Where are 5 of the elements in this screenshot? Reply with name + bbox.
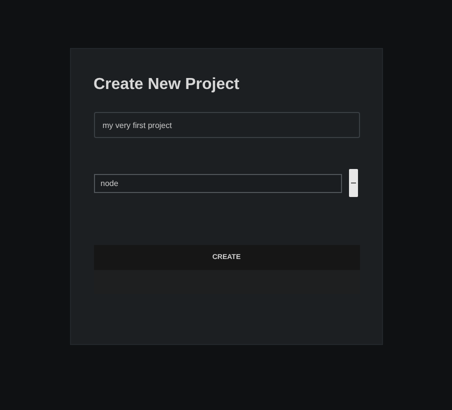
project-type-select[interactable]: node [94,174,342,192]
stepper-button[interactable] [348,169,358,197]
project-name-field[interactable]: my very first project [94,112,360,138]
dialog-title: Create New Project [94,76,240,94]
dash-icon [350,182,356,184]
